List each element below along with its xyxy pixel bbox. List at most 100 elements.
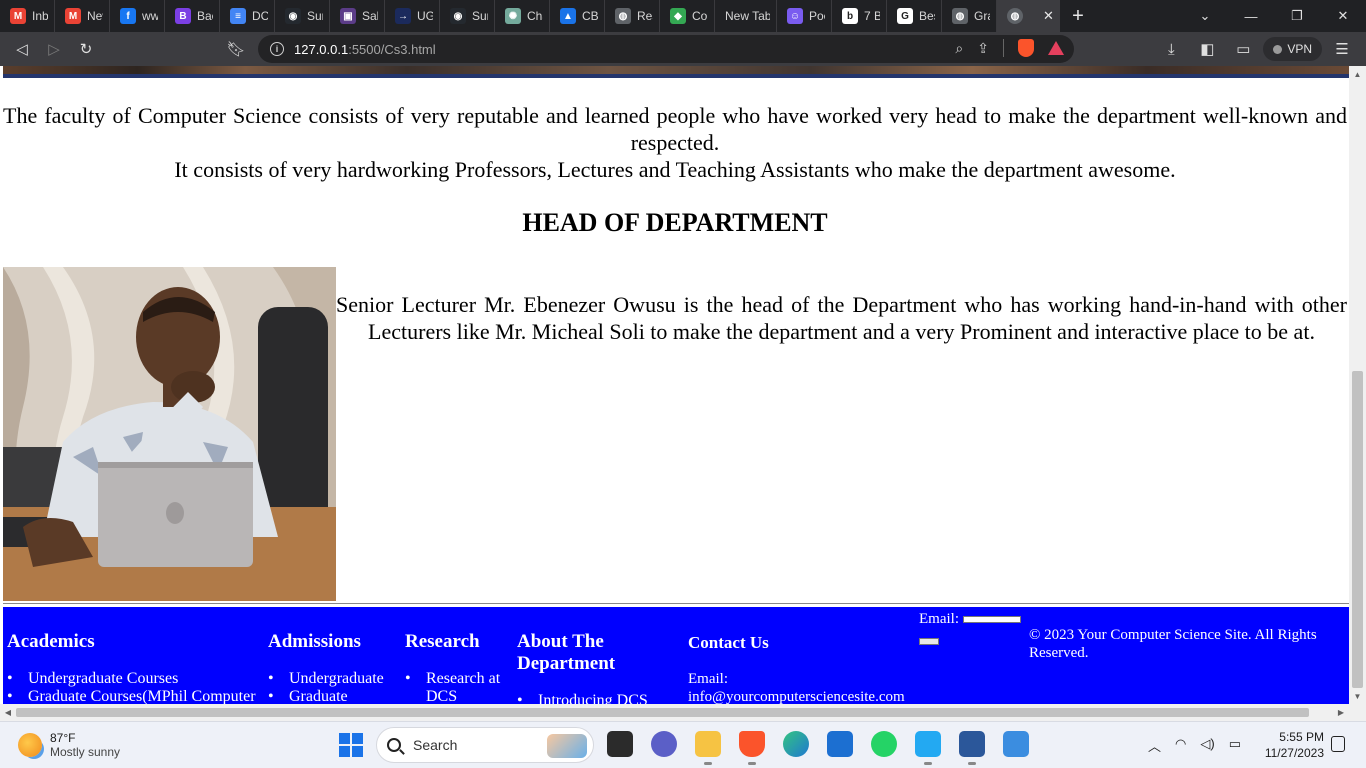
download-icon[interactable]: ⤓ — [1155, 33, 1187, 65]
cba-icon: ▲ — [560, 8, 576, 24]
footer-link-introducing-dcs[interactable]: Introducing DCS — [517, 692, 677, 704]
new-tab-button[interactable]: + — [1060, 5, 1096, 28]
taskbar-search[interactable]: Search — [376, 727, 594, 763]
subscribe-button[interactable] — [919, 638, 939, 645]
browser-tab[interactable]: ◍ Grad — [942, 0, 997, 32]
store-icon[interactable] — [827, 731, 853, 757]
menu-icon[interactable]: ☰ — [1326, 33, 1358, 65]
scroll-right-icon[interactable]: ▶ — [1333, 704, 1349, 721]
subscribe-email-input[interactable] — [963, 616, 1021, 624]
weather-sun-icon — [18, 733, 42, 757]
share-icon[interactable]: ⇪ — [977, 40, 989, 57]
tab-label: Chat — [527, 9, 543, 23]
horizontal-scrollbar[interactable]: ◀ ▶ — [0, 704, 1366, 721]
browser-tab[interactable]: b 7 Be — [832, 0, 887, 32]
intro-paragraph: The faculty of Computer Science consists… — [3, 103, 1347, 155]
vscode-icon[interactable] — [915, 731, 941, 765]
browser-tab[interactable]: M New — [55, 0, 110, 32]
site-info-icon[interactable]: i — [270, 42, 284, 56]
footer-link-undergraduate-courses[interactable]: Undergraduate Courses — [7, 670, 262, 688]
horizontal-scroll-thumb[interactable] — [16, 708, 1309, 717]
browser-tab[interactable]: ☺ Poe — [777, 0, 832, 32]
tab-label: Con — [692, 9, 708, 23]
wallet-icon[interactable]: ▭ — [1227, 33, 1259, 65]
url-path: :5500/Cs3.html — [348, 41, 436, 57]
volume-icon[interactable]: ◁) — [1200, 736, 1214, 755]
chat-icon[interactable] — [651, 731, 677, 757]
footer-link-research-at-dcs[interactable]: Research at DCS — [405, 670, 510, 704]
zoom-icon[interactable]: ⌕ — [955, 40, 963, 57]
close-window-icon[interactable]: ✕ — [1320, 0, 1366, 32]
active-tab[interactable]: ◍ ✕ — [997, 0, 1060, 32]
restore-icon[interactable]: ❐ — [1274, 0, 1320, 32]
browser-tab[interactable]: fwww — [110, 0, 165, 32]
start-button[interactable] — [339, 733, 363, 757]
ug-icon: → — [395, 8, 411, 24]
brave-browser-icon[interactable] — [739, 731, 765, 765]
browser-tab[interactable]: ◍ Resu — [605, 0, 660, 32]
reload-icon[interactable]: ↻ — [70, 33, 102, 65]
browser-tab[interactable]: ≡ DCI — [220, 0, 275, 32]
photos-icon[interactable] — [1003, 731, 1029, 757]
scroll-down-icon[interactable]: ▼ — [1349, 688, 1366, 704]
footer-heading-academics: Academics — [7, 631, 95, 652]
browser-tab[interactable]: New Tab — [715, 0, 777, 32]
browser-tab[interactable]: ◉ Surp — [440, 0, 495, 32]
tab-search-chevron-icon[interactable]: ⌄ — [1182, 0, 1228, 32]
vpn-label: VPN — [1287, 42, 1312, 56]
browser-tab[interactable]: ▲ CBA — [550, 0, 605, 32]
weather-widget[interactable]: 87°F Mostly sunny — [18, 731, 120, 759]
footer-column-research: Research Research at DCS — [405, 631, 510, 704]
browser-tab[interactable]: → UG — [385, 0, 440, 32]
browser-tab[interactable]: M Inbo — [0, 0, 55, 32]
globe-icon: ◍ — [952, 8, 968, 24]
close-tab-icon[interactable]: ✕ — [1043, 8, 1054, 24]
system-clock[interactable]: 5:55 PM 11/27/2023 — [1258, 729, 1324, 761]
footer-link-undergraduate[interactable]: Undergraduate — [268, 670, 398, 688]
faculty-banner-image — [3, 66, 1349, 78]
url-host: 127.0.0.1 — [294, 41, 349, 57]
tab-label: Grad — [974, 9, 990, 23]
whatsapp-icon[interactable] — [871, 731, 897, 757]
tab-label: Resu — [637, 9, 653, 23]
word-icon[interactable] — [959, 731, 985, 765]
chatgpt-icon: ✺ — [505, 8, 521, 24]
browser-tab[interactable]: G Best — [887, 0, 942, 32]
edge-icon[interactable] — [783, 731, 809, 757]
address-bar[interactable]: i 127.0.0.1:5500/Cs3.html ⌕ ⇪ — [258, 35, 1074, 63]
browser-tab[interactable]: ✺ Chat — [495, 0, 550, 32]
admissions-links: Undergraduate Graduate — [268, 670, 398, 704]
tab-label: www — [142, 9, 158, 23]
browser-tab[interactable]: ◉ Surp — [275, 0, 330, 32]
gmail-icon: M — [10, 8, 26, 24]
globe-icon: ◍ — [1007, 8, 1023, 24]
scroll-left-icon[interactable]: ◀ — [0, 704, 16, 721]
footer-link-graduate-courses[interactable]: Graduate Courses(MPhil Computer — [7, 688, 262, 704]
browser-tab[interactable]: ◆ Con — [660, 0, 715, 32]
browser-tab[interactable]: B Back — [165, 0, 220, 32]
tray-chevron-icon[interactable]: ︿ — [1148, 736, 1161, 755]
sidebar-icon[interactable]: ◧ — [1191, 33, 1223, 65]
vertical-scrollbar[interactable]: ▲ ▼ — [1349, 66, 1366, 704]
hod-description: Senior Lecturer Mr. Ebenezer Owusu is th… — [336, 292, 1347, 344]
task-view-icon[interactable] — [607, 731, 633, 757]
vertical-scroll-thumb[interactable] — [1352, 371, 1363, 688]
back-icon[interactable]: ◁ — [6, 33, 38, 65]
vpn-button[interactable]: VPN — [1263, 37, 1322, 61]
wifi-icon[interactable]: ◠ — [1175, 736, 1186, 755]
brave-rewards-icon[interactable] — [1048, 41, 1064, 55]
file-explorer-icon[interactable] — [695, 731, 721, 765]
scroll-up-icon[interactable]: ▲ — [1349, 66, 1366, 82]
brave-shields-icon[interactable] — [1018, 39, 1034, 57]
browser-tab[interactable]: ▣ Saka — [330, 0, 385, 32]
minimize-icon[interactable]: — — [1228, 0, 1274, 32]
footer-link-graduate[interactable]: Graduate — [268, 688, 398, 704]
tab-label: Back — [197, 9, 213, 23]
search-highlight-icon — [547, 734, 587, 758]
notification-icon[interactable] — [1331, 736, 1345, 752]
bookmark-icon[interactable]: 🔖︎ — [220, 33, 252, 65]
battery-icon[interactable]: ▭ — [1229, 736, 1241, 755]
footer-column-academics: Academics Undergraduate Courses Graduate… — [7, 631, 262, 704]
forward-icon[interactable]: ▷ — [38, 33, 70, 65]
clock-date: 11/27/2023 — [1264, 746, 1324, 760]
